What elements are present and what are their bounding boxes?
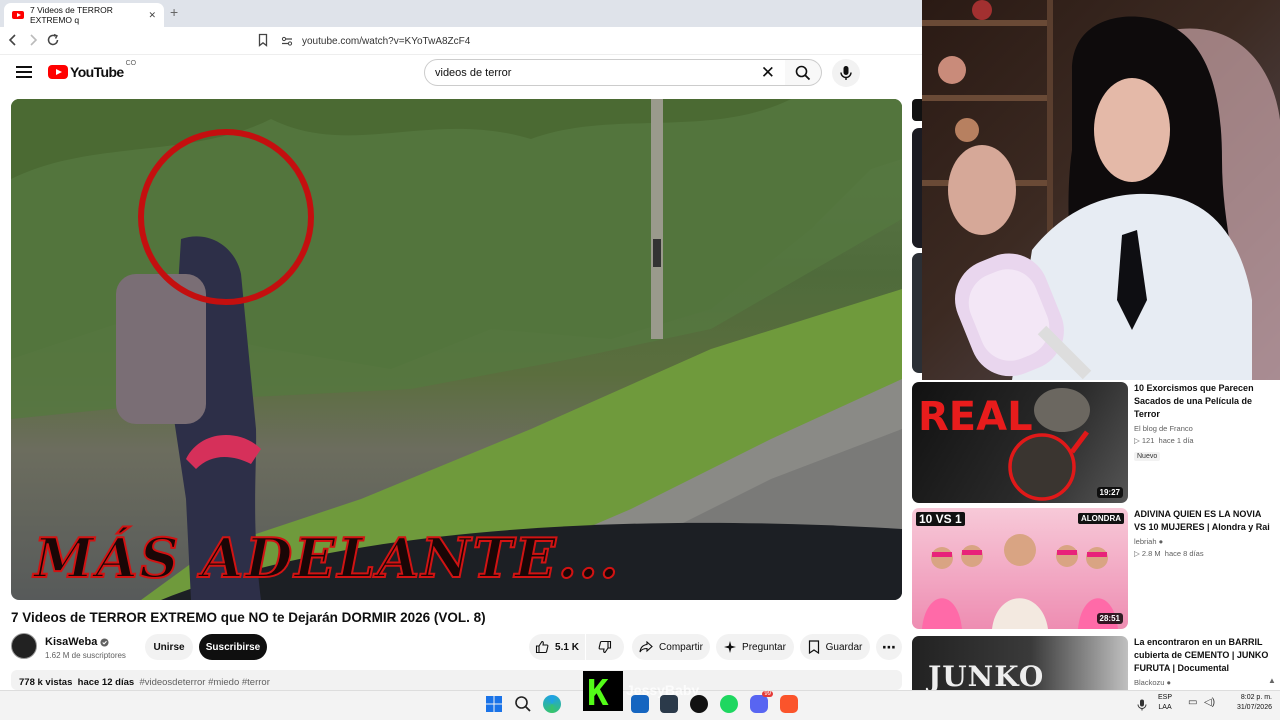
search-icon <box>795 65 811 80</box>
recommendation-info[interactable]: La encontraron en un BARRIL cubierta de … <box>1134 636 1272 687</box>
bookmark-save-icon <box>808 640 819 654</box>
recommendation-stats: ▷ 121 hace 1 día <box>1134 436 1194 445</box>
app-icon[interactable] <box>690 695 708 713</box>
tab-title: 7 Videos de TERROR EXTREMO q <box>30 5 113 25</box>
outlook-icon[interactable] <box>631 695 649 713</box>
view-count: 778 k vistas <box>19 677 73 688</box>
ask-button[interactable]: Preguntar <box>716 634 794 660</box>
site-info-icon[interactable] <box>280 34 294 48</box>
address-bar[interactable]: youtube.com/watch?v=KYoTwA8ZcF4 <box>280 31 922 51</box>
like-button[interactable]: 5.1 K <box>529 634 585 660</box>
voice-search-button[interactable] <box>832 59 860 87</box>
bookmark-icon[interactable] <box>256 33 270 52</box>
browser-tab-active[interactable]: 7 Videos de TERROR EXTREMO q ✕ <box>4 3 164 27</box>
video-player[interactable] <box>11 99 902 600</box>
save-label: Guardar <box>825 641 863 653</box>
youtube-play-icon <box>48 65 68 79</box>
tray-mic-icon[interactable] <box>1137 698 1147 716</box>
search-input[interactable]: videos de terror ✕ <box>424 59 786 86</box>
recommendation-thumbnail[interactable]: 10 VS 1 ALONDRA 28:51 <box>912 508 1128 629</box>
recommendation-thumbnail[interactable]: REAL 19:27 <box>912 382 1128 503</box>
discord-badge: 99 <box>762 691 773 697</box>
microphone-icon <box>840 66 852 80</box>
like-count: 5.1 K <box>555 641 579 653</box>
thumb-text-10vs1: 10 VS 1 <box>916 512 965 526</box>
new-badge: Nuevo <box>1134 452 1161 461</box>
system-clock[interactable]: 8:02 p. m. 31/07/2026 <box>1226 693 1272 713</box>
verified-icon: ● <box>1158 537 1164 546</box>
language-indicator[interactable]: ESP LAA <box>1158 693 1172 713</box>
more-actions-icon[interactable]: ⋯ <box>876 634 902 660</box>
ask-label: Preguntar <box>742 641 786 653</box>
new-tab-icon[interactable]: + <box>170 4 178 20</box>
description-box[interactable]: 778 k vistas hace 12 días #videosdeterro… <box>11 670 902 690</box>
webcam-scene <box>922 0 1280 380</box>
forward-icon[interactable] <box>24 31 42 49</box>
subscribe-button[interactable]: Suscribirse <box>199 634 267 660</box>
youtube-wordmark: YouTube <box>70 64 124 80</box>
discord-icon[interactable]: 99 <box>750 691 773 713</box>
search-button[interactable] <box>785 59 822 86</box>
back-icon[interactable] <box>4 31 22 49</box>
thumb-text-real: REAL <box>918 394 1033 440</box>
recommendation-channel: Blackozu ● <box>1134 678 1172 687</box>
recommendation-title: ADIVINA QUIEN ES LA NOVIA VS 10 MUJERES … <box>1134 509 1270 532</box>
k-logo-letter: K <box>587 673 609 714</box>
youtube-logo[interactable]: YouTube CO <box>48 60 136 80</box>
video-title: 7 Videos de TERROR EXTREMO que NO te Dej… <box>11 610 486 625</box>
video-overlay-caption: MÁS ADELANTE... <box>33 525 621 591</box>
subscriber-count: 1.62 M de suscriptores <box>45 651 126 660</box>
reload-icon[interactable] <box>44 31 62 49</box>
scroll-down-arrow-icon[interactable]: ▲ <box>1268 676 1276 685</box>
recommendation-info[interactable]: ADIVINA QUIEN ES LA NOVIA VS 10 MUJERES … <box>1134 508 1272 558</box>
verified-icon <box>100 637 109 647</box>
share-button[interactable]: Compartir <box>632 634 710 660</box>
country-code: CO <box>125 60 137 67</box>
thumbs-up-icon <box>535 640 549 654</box>
browser-tab-bar: 7 Videos de TERROR EXTREMO q ✕ + <box>0 0 922 27</box>
video-duration: 19:27 <box>1096 487 1123 498</box>
search-query: videos de terror <box>435 66 512 79</box>
thumb-text-junko: JUNKO <box>928 660 1045 690</box>
k-logo-overlay: K <box>583 671 623 714</box>
sparkle-icon <box>724 641 737 653</box>
recommendation-thumbnail[interactable]: JUNKO <box>912 636 1128 690</box>
share-icon <box>639 641 653 653</box>
spotify-icon[interactable] <box>720 695 738 713</box>
brave-icon[interactable] <box>780 695 798 713</box>
recommendation-channel: El blog de Franco <box>1134 424 1193 433</box>
thumb-tag-alondra: ALONDRA <box>1078 513 1124 524</box>
upload-age: hace 12 días <box>77 677 135 688</box>
channel-name-text: KisaWeba <box>45 636 98 648</box>
network-icon[interactable]: ▭ <box>1188 697 1197 708</box>
verified-icon: ● <box>1166 678 1172 687</box>
youtube-favicon-icon <box>12 11 24 19</box>
thumbs-down-icon <box>598 640 612 654</box>
hashtags[interactable]: #videosdeterror #miedo #terror <box>139 677 269 688</box>
recommendation-title: 10 Exorcismos que Parecen Sacados de una… <box>1134 383 1254 419</box>
recommendation-title: La encontraron en un BARRIL cubierta de … <box>1134 637 1269 673</box>
recommendation-info[interactable]: 10 Exorcismos que Parecen Sacados de una… <box>1134 382 1272 463</box>
save-button[interactable]: Guardar <box>800 634 870 660</box>
webcam-overlay <box>922 0 1280 380</box>
volume-icon[interactable]: ◁) <box>1204 697 1215 708</box>
join-button[interactable]: Unirse <box>145 634 193 660</box>
windows-start-icon[interactable] <box>485 695 503 713</box>
url-text: youtube.com/watch?v=KYoTwA8ZcF4 <box>302 35 471 47</box>
recommendation-thumb-art <box>922 534 1118 629</box>
hamburger-menu-icon[interactable] <box>16 66 32 78</box>
channel-avatar[interactable] <box>11 633 37 659</box>
recommendation-stats: ▷ 2.8 M hace 8 días <box>1134 549 1204 558</box>
video-frame-scene <box>11 99 902 600</box>
clear-search-icon[interactable]: ✕ <box>761 63 775 83</box>
share-label: Compartir <box>659 641 703 653</box>
video-duration: 28:51 <box>1096 613 1123 624</box>
tab-close-icon[interactable]: ✕ <box>148 10 156 21</box>
taskbar-search-icon[interactable] <box>514 695 532 713</box>
calculator-icon[interactable] <box>660 695 678 713</box>
edge-browser-icon[interactable] <box>543 695 561 713</box>
recommendation-channel: lebriah ● <box>1134 537 1164 546</box>
dislike-button[interactable] <box>586 634 624 660</box>
channel-name[interactable]: KisaWeba <box>45 636 109 648</box>
